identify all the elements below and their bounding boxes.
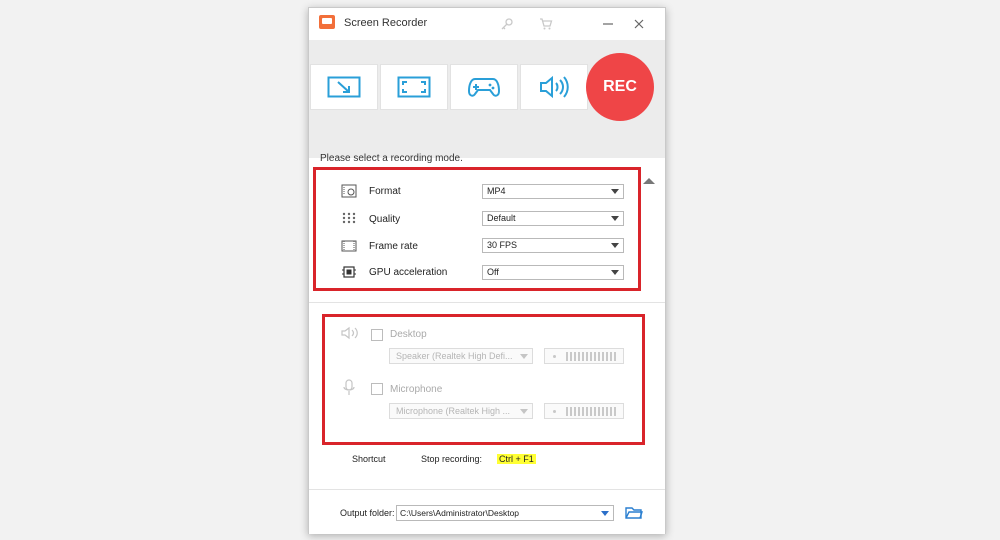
output-folder-select[interactable]: C:\Users\Administrator\Desktop — [396, 505, 614, 521]
screen-recorder-app-icon — [319, 15, 335, 29]
key-icon[interactable] — [497, 14, 517, 34]
collapse-arrow-icon[interactable] — [643, 178, 655, 184]
close-icon — [634, 19, 644, 29]
format-value: MP4 — [487, 186, 506, 196]
chevron-down-icon — [520, 354, 528, 359]
desktop-device-value: Speaker (Realtek High Defi... — [396, 351, 513, 361]
fullscreen-mode-button[interactable] — [380, 64, 448, 110]
section-divider — [309, 302, 665, 303]
quality-icon — [342, 212, 356, 224]
cart-icon[interactable] — [536, 14, 556, 34]
gpu-acceleration-icon — [342, 266, 356, 278]
frame-rate-value: 30 FPS — [487, 240, 518, 250]
folder-icon[interactable] — [625, 506, 643, 520]
chevron-down-icon — [611, 189, 619, 194]
frame-rate-icon — [341, 240, 357, 252]
frame-rate-select[interactable]: 30 FPS — [482, 238, 624, 253]
region-capture-icon — [327, 76, 361, 98]
gpu-acceleration-label: GPU acceleration — [369, 267, 448, 278]
audio-mode-button[interactable] — [520, 64, 588, 110]
chevron-down-icon — [611, 216, 619, 221]
microphone-icon — [343, 379, 355, 395]
hotkey-text: Ctrl + F1 — [497, 454, 536, 464]
mode-hint: Please select a recording mode. — [320, 153, 463, 164]
microphone-checkbox[interactable] — [371, 383, 383, 395]
desktop-audio-checkbox[interactable] — [371, 329, 383, 341]
chevron-down-icon — [611, 270, 619, 275]
game-mode-button[interactable] — [450, 64, 518, 110]
screen-recorder-window: Screen Recorder REC Please select a reco… — [308, 7, 666, 534]
format-icon — [341, 184, 357, 198]
minimize-button[interactable] — [598, 14, 618, 34]
microphone-device-value: Microphone (Realtek High ... — [396, 406, 511, 416]
desktop-audio-label: Desktop — [390, 329, 427, 340]
minimize-icon — [603, 23, 613, 25]
close-button[interactable] — [629, 14, 649, 34]
stop-recording-label: Stop recording: — [421, 454, 483, 464]
audio-only-icon — [540, 75, 569, 99]
shortcut-label: Shortcut — [352, 454, 386, 464]
window-title: Screen Recorder — [344, 17, 428, 29]
quality-select[interactable]: Default — [482, 211, 624, 226]
fullscreen-capture-icon — [397, 76, 431, 98]
frame-rate-label: Frame rate — [369, 241, 418, 252]
desktop-volume-meter — [544, 348, 624, 364]
microphone-volume-meter — [544, 403, 624, 419]
output-folder-label: Output folder: — [340, 508, 395, 518]
rec-button[interactable]: REC — [586, 53, 654, 121]
microphone-label: Microphone — [390, 384, 443, 395]
gpu-acceleration-value: Off — [487, 267, 499, 277]
desktop-device-select[interactable]: Speaker (Realtek High Defi... — [389, 348, 533, 364]
quality-label: Quality — [369, 214, 401, 225]
game-capture-icon — [467, 78, 501, 97]
chevron-down-icon — [520, 409, 528, 414]
format-label: Format — [369, 186, 401, 197]
title-bar: Screen Recorder — [309, 8, 665, 40]
region-mode-button[interactable] — [310, 64, 378, 110]
chevron-down-icon — [601, 511, 609, 516]
recording-mode-toolbar: REC Please select a recording mode. — [309, 40, 665, 184]
speaker-icon — [341, 326, 358, 340]
gpu-acceleration-select[interactable]: Off — [482, 265, 624, 280]
format-select[interactable]: MP4 — [482, 184, 624, 199]
quality-value: Default — [487, 213, 516, 223]
microphone-device-select[interactable]: Microphone (Realtek High ... — [389, 403, 533, 419]
chevron-down-icon — [611, 243, 619, 248]
stop-recording-hotkey[interactable]: Ctrl + F1 — [497, 454, 536, 464]
output-folder-bar: Output folder: C:\Users\Administrator\De… — [309, 489, 665, 534]
output-folder-path: C:\Users\Administrator\Desktop — [400, 508, 520, 518]
